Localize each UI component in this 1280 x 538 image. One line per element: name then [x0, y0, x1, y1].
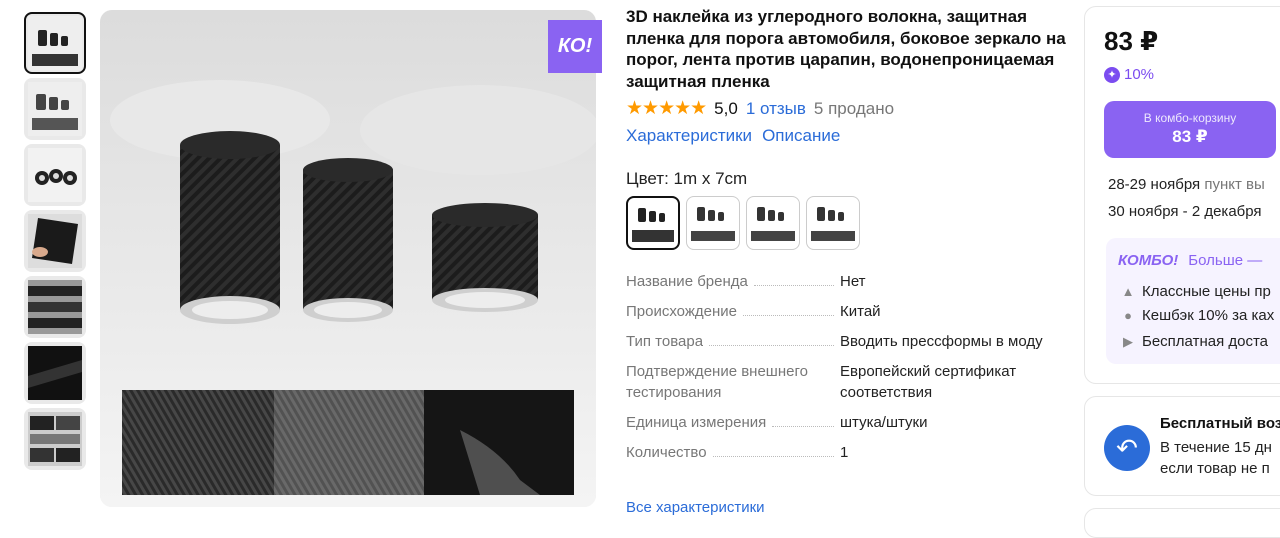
cashback-icon: ✦	[1104, 66, 1120, 83]
spec-row: Происхождение Китай	[626, 301, 1046, 322]
next-card	[1084, 508, 1280, 538]
variant-option-1[interactable]	[626, 196, 680, 250]
variant-option-4[interactable]	[806, 196, 860, 250]
variant-option-2[interactable]	[686, 196, 740, 250]
thumbnail-5[interactable]	[24, 276, 86, 338]
spec-value: 1	[840, 444, 849, 461]
thumbnail-1[interactable]	[24, 12, 86, 74]
main-product-image[interactable]	[100, 10, 596, 507]
spec-value: Нет	[840, 273, 866, 290]
spec-value: Китай	[840, 303, 881, 320]
rating-value: 5,0	[714, 98, 738, 118]
cashback-value: 10%	[1124, 66, 1155, 83]
combo-logo: КОМБО!	[1118, 252, 1179, 269]
spec-value: Европейский сертификат соответствия	[840, 363, 1017, 401]
specs-list: Название бренда Нет Происхождение Китай …	[626, 271, 1046, 472]
spec-key: Единица измерения	[626, 414, 767, 431]
star-rating-icon: ★★★★★	[626, 98, 707, 119]
spec-key: Подтверждение внешнего тестирования	[626, 363, 808, 401]
spec-row: Единица измерения штука/штуки	[626, 412, 1046, 433]
combo-benefit-prices: ▲ Классные цены пр	[1120, 283, 1271, 300]
combo-benefit-delivery: ▶ Бесплатная доста	[1120, 333, 1268, 350]
truck-icon: ▶	[1123, 333, 1133, 349]
rating-row: ★★★★★ 5,0 1 отзыв 5 продано	[626, 97, 894, 120]
spec-key: Название бренда	[626, 273, 748, 290]
thumbnail-6[interactable]	[24, 342, 86, 404]
cashback: ✦ 10%	[1104, 66, 1154, 83]
thumbnail-4[interactable]	[24, 210, 86, 272]
spec-row: Тип товара Вводить прессформы в моду	[626, 331, 1046, 352]
delivery-option-2[interactable]: 30 ноября - 2 декабря	[1108, 203, 1262, 220]
delivery-place: пункт вы	[1204, 176, 1265, 193]
variant-option-3[interactable]	[746, 196, 800, 250]
returns-text: В течение 15 дн если товар не п	[1160, 437, 1272, 479]
section-links: Характеристики Описание	[626, 126, 840, 146]
combo-button-label: В комбо-корзину	[1143, 111, 1237, 125]
spec-row: Количество 1	[626, 442, 1046, 463]
combo-benefit-text: Классные цены пр	[1142, 283, 1271, 300]
color-variants	[626, 196, 860, 250]
delivery-option-1[interactable]: 28-29 ноября пункт вы	[1108, 176, 1265, 193]
returns-line: В течение 15 дн	[1160, 439, 1272, 456]
cashback-circle-icon: ●	[1124, 308, 1132, 323]
spec-key: Тип товара	[626, 333, 704, 350]
characteristics-link[interactable]: Характеристики	[626, 126, 752, 146]
product-title: 3D наклейка из углеродного волокна, защи…	[626, 7, 1066, 91]
spec-value: штука/штуки	[840, 414, 928, 431]
thumbnail-7[interactable]	[24, 408, 86, 470]
spec-row: Подтверждение внешнего тестирования Евро…	[626, 361, 1046, 403]
price: 83 ₽	[1104, 26, 1159, 56]
spec-key: Происхождение	[626, 303, 737, 320]
sold-count: 5 продано	[813, 98, 895, 118]
add-to-combo-button[interactable]: В комбо-корзину 83 ₽	[1104, 101, 1276, 158]
thumbnail-2[interactable]	[24, 78, 86, 140]
delivery-date: 28-29 ноября	[1108, 176, 1201, 193]
combo-benefit-text: Бесплатная доста	[1142, 333, 1268, 350]
combo-benefit-cashback: ● Кешбэк 10% за ках	[1120, 307, 1274, 324]
thumbnail-3[interactable]	[24, 144, 86, 206]
spec-row: Название бренда Нет	[626, 271, 1046, 292]
returns-title: Бесплатный воз	[1160, 415, 1280, 432]
spec-key: Количество	[626, 444, 707, 461]
fire-icon: ▲	[1121, 284, 1135, 299]
thumbnail-strip	[24, 12, 90, 474]
spec-value: Вводить прессформы в моду	[840, 333, 1043, 350]
ko-badge: КО!	[548, 20, 602, 73]
returns-line: если товар не п	[1160, 460, 1270, 477]
combo-button-price: 83 ₽	[1172, 127, 1208, 146]
all-specs-link[interactable]: Все характеристики	[626, 499, 765, 516]
description-link[interactable]: Описание	[762, 126, 840, 146]
return-arrow-icon: ↶	[1104, 425, 1150, 471]
color-label: Цвет: 1m x 7cm	[626, 169, 748, 188]
combo-header: КОМБО! Больше —	[1118, 252, 1262, 269]
reviews-link[interactable]: 1 отзыв	[746, 99, 806, 119]
combo-more-link[interactable]: Больше —	[1188, 252, 1262, 269]
combo-benefit-text: Кешбэк 10% за ках	[1142, 307, 1275, 324]
